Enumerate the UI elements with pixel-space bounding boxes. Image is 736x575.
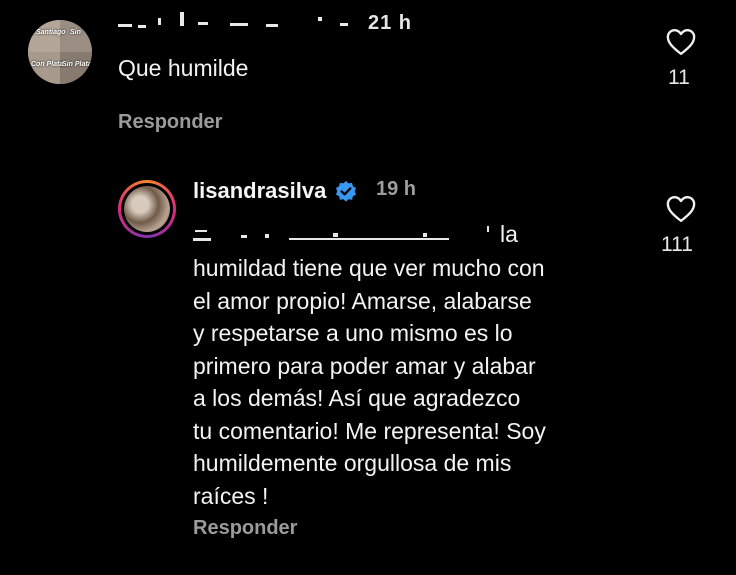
like-count: 111 — [661, 233, 693, 256]
avatar-tile — [60, 52, 92, 84]
avatar-text: Sin Plata — [62, 61, 92, 68]
commenter-avatar[interactable]: Santiago Sin Con Plata Sin Plata — [28, 20, 92, 84]
avatar-text: Con Plata — [31, 61, 64, 68]
redacted-username — [118, 10, 353, 30]
like-count: 11 — [668, 66, 690, 89]
avatar-text: Sin — [70, 29, 81, 36]
reply-button[interactable]: Responder — [118, 111, 222, 134]
reply-first-word: la — [500, 221, 518, 247]
reply-text: humildad tiene que ver mucho con el amor… — [193, 255, 546, 509]
reply-button[interactable]: Responder — [193, 517, 297, 540]
avatar-text: Santiago — [36, 29, 66, 36]
reply-timestamp: 19 h — [376, 178, 417, 200]
avatar-photo — [124, 186, 170, 232]
avatar-tile — [28, 20, 60, 52]
avatar-tile — [28, 52, 60, 84]
comment-text: Que humilde — [118, 55, 249, 81]
redacted-mention — [193, 224, 493, 244]
reply-username[interactable]: lisandrasilva — [193, 178, 326, 204]
comment-timestamp: 21 h — [368, 12, 413, 34]
reply-avatar[interactable] — [118, 180, 176, 238]
heart-outline-icon[interactable] — [666, 195, 696, 223]
avatar-tile — [60, 20, 92, 52]
heart-outline-icon[interactable] — [666, 28, 696, 56]
verified-badge-icon — [336, 181, 356, 202]
